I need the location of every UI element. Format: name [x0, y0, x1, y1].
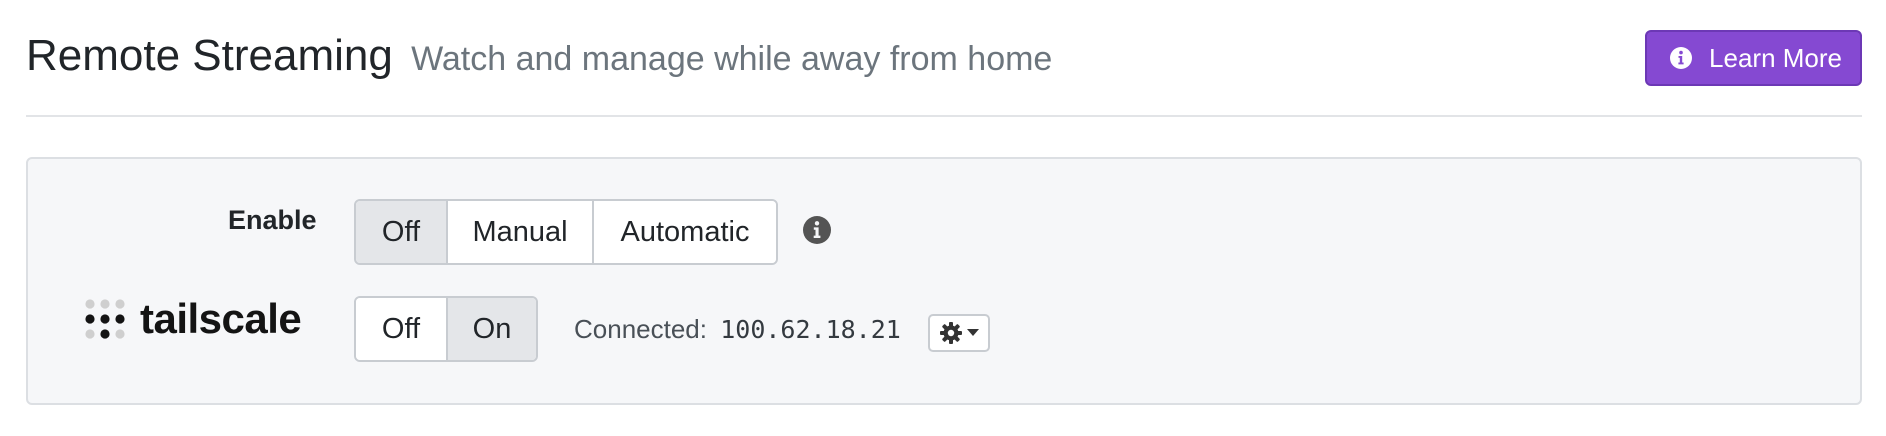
page-header: Remote Streaming Watch and manage while …: [26, 30, 1862, 90]
tailscale-logo-text: tailscale: [140, 295, 302, 342]
tailscale-on-button[interactable]: On: [448, 298, 536, 360]
tailscale-off-button[interactable]: Off: [356, 298, 448, 360]
enable-automatic-button[interactable]: Automatic: [594, 201, 776, 263]
learn-more-label: Learn More: [1709, 42, 1842, 73]
header-divider: [26, 115, 1862, 117]
settings-panel: Enable Off Manual Automatic tailscale Of…: [26, 157, 1862, 405]
tailscale-logo: tailscale: [84, 295, 302, 343]
tailscale-toggle: Off On: [354, 296, 538, 362]
ip-address: 100.62.18.21: [720, 315, 901, 344]
enable-manual-button[interactable]: Manual: [448, 201, 594, 263]
info-circle-icon: [1670, 47, 1693, 69]
enable-mode-toggle: Off Manual Automatic: [354, 199, 778, 265]
status-label: Connected:: [574, 314, 707, 344]
caret-down-icon: [967, 329, 979, 336]
learn-more-button[interactable]: Learn More: [1645, 30, 1862, 86]
title-text: Remote Streaming: [26, 31, 393, 80]
info-circle-icon[interactable]: [802, 215, 832, 245]
enable-label: Enable: [228, 205, 317, 235]
remote-streaming-page: Remote Streaming Watch and manage while …: [0, 0, 1886, 436]
page-title: Remote Streaming Watch and manage while …: [26, 30, 1052, 85]
gear-icon: [940, 322, 962, 344]
connection-status: Connected: 100.62.18.21: [574, 314, 901, 345]
tailscale-settings-dropdown-button[interactable]: [928, 314, 990, 352]
tailscale-dots-icon: [85, 299, 125, 339]
enable-off-button[interactable]: Off: [356, 201, 448, 263]
page-subtitle: Watch and manage while away from home: [411, 40, 1053, 78]
